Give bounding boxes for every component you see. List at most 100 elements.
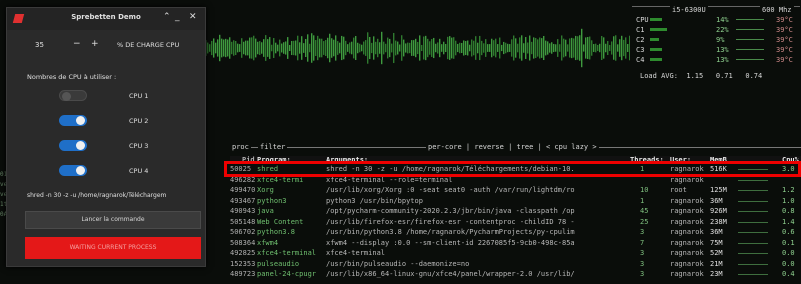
process-row[interactable]: 506702 python3.8/usr/bin/python3.8 /home/… <box>230 228 801 237</box>
cpu-core-row: C1 22% 39°C <box>636 26 798 34</box>
process-program: java <box>257 207 274 215</box>
minimize-icon[interactable]: _ <box>175 12 180 22</box>
process-threads: 3 <box>640 228 645 236</box>
process-pid: 508364 <box>230 238 256 247</box>
graph-bar <box>615 35 617 61</box>
decrement-button[interactable]: − <box>73 39 81 49</box>
graph-bar <box>561 35 563 61</box>
waiting-button[interactable]: WAITING CURRENT PROCESS <box>25 237 201 259</box>
cpu-toggle-switch[interactable] <box>59 165 87 176</box>
process-row[interactable]: 492825 xfce4-terminal xfce4-terminal 3 ragna… <box>230 249 801 258</box>
graph-bar <box>629 35 630 61</box>
process-user: ragnarok <box>670 270 704 278</box>
close-icon[interactable]: ✕ <box>189 12 197 22</box>
graph-bar <box>617 44 619 52</box>
graph-bar <box>613 36 615 60</box>
command-field[interactable]: shred -n 30 -z -u /home/ragnarok/Télécha… <box>27 192 203 204</box>
process-row[interactable]: 508364 xfwm4 xfwm4 --display :0.0 --sm-cli… <box>230 239 801 248</box>
graph-bar <box>503 41 505 55</box>
proc-options[interactable]: per-core | reverse | tree | < cpu lazy > <box>426 143 599 151</box>
graph-bar <box>271 44 273 52</box>
cpu-toggle-label: CPU 4 <box>129 167 149 175</box>
process-row[interactable]: 493467 python3 python3 /usr/bin/bpytop 1 rag… <box>230 197 801 206</box>
title-bar[interactable]: Sprebetten Demo ⌃ _ ✕ <box>7 8 205 30</box>
cpu-toggle-switch[interactable] <box>59 90 87 101</box>
graph-bar <box>251 37 253 59</box>
graph-bar <box>327 37 329 59</box>
graph-bar <box>533 37 535 59</box>
graph-bar <box>269 37 271 59</box>
process-row[interactable]: 490943 java/opt/pycharm-community-2020.2.… <box>230 207 801 216</box>
graph-bar <box>541 38 543 58</box>
graph-bar <box>593 44 595 52</box>
launch-button[interactable]: Lancer la commande <box>25 211 201 229</box>
process-row[interactable]: 489723 panel-24-cpugr/usr/lib/x86_64-linu… <box>230 270 801 279</box>
process-pid: 489723 <box>230 270 256 278</box>
graph-bar <box>311 33 313 63</box>
graph-bar <box>553 43 555 53</box>
core-usage-bar <box>650 18 662 21</box>
process-pid: 505148 <box>230 217 256 226</box>
graph-bar <box>411 40 413 56</box>
process-mem: 125M <box>710 186 727 194</box>
process-cpu-sparkline <box>738 232 768 233</box>
graph-bar <box>265 35 267 61</box>
graph-bar <box>273 38 275 58</box>
process-arguments: /usr/lib/xorg/Xorg :0 -seat seat0 -auth … <box>326 186 575 194</box>
graph-bar <box>537 39 539 57</box>
graph-bar <box>407 42 409 54</box>
graph-bar <box>459 42 461 54</box>
graph-bar <box>213 38 215 58</box>
graph-bar <box>369 36 371 60</box>
graph-bar <box>463 40 465 56</box>
increment-button[interactable]: + <box>91 39 99 49</box>
process-cpu-sparkline <box>738 200 768 202</box>
core-sparkline <box>736 29 764 30</box>
graph-bar <box>439 38 441 58</box>
graph-bar <box>231 41 233 55</box>
core-temp: 39°C <box>776 56 793 64</box>
graph-bar <box>515 38 517 58</box>
graph-bar <box>315 40 317 56</box>
graph-bar <box>425 35 427 61</box>
graph-bar <box>395 40 397 56</box>
core-percent: 14% <box>716 16 729 24</box>
process-row[interactable]: 152353 pulseaudio/usr/bin/pulseaudio --da… <box>230 260 801 269</box>
process-arguments: /usr/lib/firefox-esr/firefox-esr -conten… <box>326 217 575 226</box>
graph-bar <box>281 43 283 53</box>
graph-bar <box>529 35 531 61</box>
cpu-core-row: CPU 14% 39°C <box>636 16 798 24</box>
cpu-percent-label: % DE CHARGE CPU <box>117 41 180 49</box>
toggle-knob <box>76 141 85 150</box>
graph-bar <box>319 38 321 58</box>
process-user: ragnarok <box>670 217 704 226</box>
process-row[interactable]: 499470 Xorg/usr/lib/xorg/Xorg :0 -seat se… <box>230 186 801 195</box>
cpu-percent-value[interactable]: 35 <box>35 41 44 49</box>
filter-tab[interactable]: filter <box>258 143 288 151</box>
cpu-panel: i5-6300U 600 Mhz CPU 14% 39°C C1 22% 39°C C2 9%… <box>632 6 800 111</box>
graph-bar <box>307 34 309 62</box>
graph-bar <box>567 44 569 52</box>
graph-bar <box>579 35 581 61</box>
graph-bar <box>585 37 587 59</box>
graph-bar <box>621 35 623 61</box>
graph-bar <box>479 35 481 61</box>
core-usage-bar <box>650 58 662 61</box>
core-name: C3 <box>636 46 645 54</box>
process-row[interactable]: 505148 Web Content/usr/lib/firefox-esr/fi… <box>230 218 801 227</box>
cpu-toggle-label: CPU 2 <box>129 117 149 125</box>
cpu-toggle-switch[interactable] <box>59 115 87 126</box>
process-cpu: 0.1 <box>782 238 795 247</box>
graph-bar <box>453 37 455 59</box>
graph-bar <box>305 38 307 58</box>
process-cpu: 1.0 <box>782 196 795 205</box>
graph-bar <box>501 44 503 52</box>
maximize-icon[interactable]: ⌃ <box>163 12 171 22</box>
cpu-toggle-switch[interactable] <box>59 140 87 151</box>
process-cpu-sparkline <box>738 211 768 212</box>
cpu-toggle-label: CPU 1 <box>129 92 149 100</box>
cpu-history-graph <box>205 28 630 68</box>
process-mem: 238M <box>710 217 727 226</box>
graph-bar <box>389 38 391 58</box>
graph-bar <box>215 42 217 54</box>
